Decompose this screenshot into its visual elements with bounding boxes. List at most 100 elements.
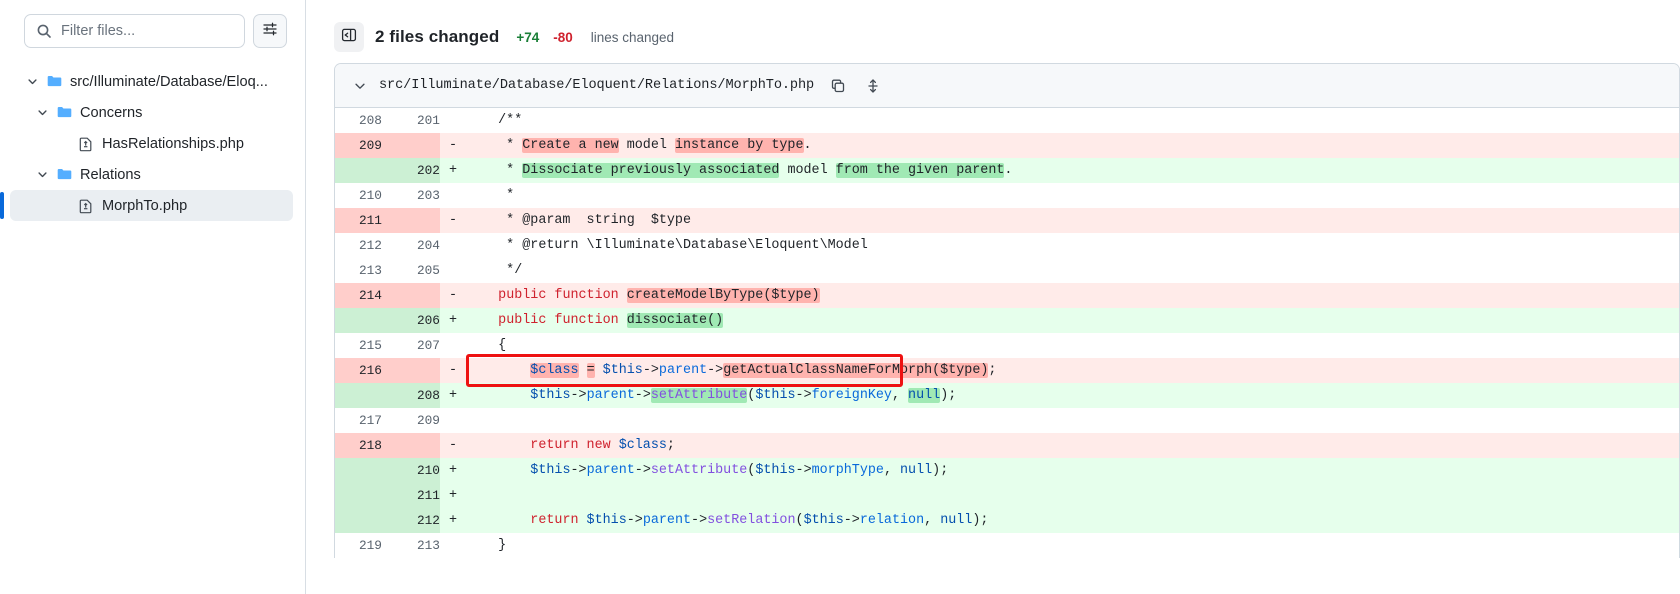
- chevron-down-icon[interactable]: [22, 75, 42, 88]
- code-token: *: [466, 138, 523, 153]
- code-token: return: [530, 513, 587, 528]
- file-icon: [74, 136, 98, 152]
- filter-files-input[interactable]: [61, 23, 234, 39]
- code-token: * @param string $type: [466, 213, 691, 228]
- tree-item-hasrelationships-php[interactable]: HasRelationships.php: [10, 128, 293, 159]
- code-token: ,: [924, 513, 941, 528]
- diff-row[interactable]: 215 207 {: [335, 333, 1679, 358]
- filter-settings-button[interactable]: [253, 14, 287, 48]
- code-token: $this: [530, 388, 571, 403]
- diff-row[interactable]: 208 + $this->parent->setAttribute($this->…: [335, 383, 1679, 408]
- chevron-down-icon[interactable]: [32, 106, 52, 119]
- tree-item-label: src/Illuminate/Database/Eloq...: [70, 73, 268, 90]
- diff-marker: [440, 233, 466, 258]
- diff-row[interactable]: 206 + public function dissociate(): [335, 308, 1679, 333]
- diff-row[interactable]: 217 209: [335, 408, 1679, 433]
- diff-code-cell: * Create a new model instance by type.: [466, 133, 1679, 158]
- diff-row[interactable]: 213 205 */: [335, 258, 1679, 283]
- tree-item-src-illuminate-database-eloq-[interactable]: src/Illuminate/Database/Eloq...: [10, 66, 293, 97]
- diff-row[interactable]: 211 +: [335, 483, 1679, 508]
- diff-row[interactable]: 210 + $this->parent->setAttribute($this->…: [335, 458, 1679, 483]
- diff-table: 208 201 /** 209- * Create a new model inst…: [335, 108, 1679, 558]
- diff-word-highlight: Dissociate previously associated: [522, 163, 780, 178]
- diff-row[interactable]: 209 - * Create a new model instance by ty…: [335, 133, 1679, 158]
- diff-row[interactable]: 214 - public function createModelByType($…: [335, 283, 1679, 308]
- diff-row[interactable]: 219 213 }: [335, 533, 1679, 558]
- expand-vertical-icon[interactable]: [862, 75, 884, 97]
- diff-code-cell: $class = $this->parent->getActualClassNa…: [466, 358, 1679, 383]
- diff-row[interactable]: 208 201 /**: [335, 108, 1679, 133]
- diff-marker: -: [440, 358, 466, 383]
- code-token: $this: [586, 513, 627, 528]
- diff-code-cell: $this->parent->setAttribute($this->morph…: [466, 458, 1679, 483]
- diff-marker: [440, 333, 466, 358]
- code-token: parent: [586, 388, 635, 403]
- code-token: ->: [570, 388, 587, 403]
- code-token: null: [900, 463, 933, 478]
- diff-new-line-number: 207: [382, 333, 440, 358]
- diff-row[interactable]: 211 - * @param string $type: [335, 208, 1679, 233]
- diff-marker: -: [440, 133, 466, 158]
- copy-icon[interactable]: [827, 75, 849, 97]
- lines-changed-label: lines changed: [590, 29, 675, 45]
- diff-new-line-number: 203: [382, 183, 440, 208]
- diff-old-line-number: 215: [335, 333, 382, 358]
- diff-row[interactable]: 210 203 *: [335, 183, 1679, 208]
- tree-item-relations[interactable]: Relations: [10, 159, 293, 190]
- diff-row[interactable]: 218 - return new $class;: [335, 433, 1679, 458]
- diff-marker: -: [440, 283, 466, 308]
- code-token: $this: [530, 463, 571, 478]
- code-token: model: [618, 138, 675, 153]
- diff-old-line-number: 214: [335, 283, 382, 308]
- diff-code-cell: */: [466, 258, 1679, 283]
- code-token: $this: [755, 388, 796, 403]
- diff-code-cell: *: [466, 183, 1679, 208]
- folder-icon: [52, 166, 76, 183]
- diff-word-highlight: =: [586, 363, 595, 378]
- file-tree-sidebar: src/Illuminate/Database/Eloq... Concerns H…: [0, 0, 306, 594]
- diff-row[interactable]: 216 - $class = $this->parent->getActualCl…: [335, 358, 1679, 383]
- code-token: ->: [570, 463, 587, 478]
- diff-new-line-number: 201: [382, 108, 440, 133]
- file-tree: src/Illuminate/Database/Eloq... Concerns H…: [0, 66, 305, 221]
- diff-old-line-number: 211: [335, 208, 382, 233]
- code-token: morphType: [811, 463, 884, 478]
- diff-marker: [440, 533, 466, 558]
- diff-old-line-number: 219: [335, 533, 382, 558]
- diff-row[interactable]: 212 204 * @return \Illuminate\Database\El…: [335, 233, 1679, 258]
- diff-old-line-number: [335, 483, 382, 508]
- diff-marker: +: [440, 458, 466, 483]
- tree-item-concerns[interactable]: Concerns: [10, 97, 293, 128]
- diff-header: 2 files changed +74 -80 lines changed: [306, 0, 1680, 56]
- diff-old-line-number: 217: [335, 408, 382, 433]
- diff-marker: +: [440, 483, 466, 508]
- code-token: ,: [891, 388, 909, 403]
- diff-old-line-number: [335, 458, 382, 483]
- code-token: ;: [988, 363, 997, 378]
- diff-marker: -: [440, 433, 466, 458]
- diff-code-cell: * @param string $type: [466, 208, 1679, 233]
- code-token: ->: [634, 463, 651, 478]
- chevron-down-icon[interactable]: [32, 168, 52, 181]
- filter-files-box[interactable]: [24, 14, 245, 48]
- sidebar-collapse-button[interactable]: [334, 22, 364, 52]
- diff-new-line-number: [382, 208, 440, 233]
- diff-marker: -: [440, 208, 466, 233]
- diff-row[interactable]: 212 + return $this->parent->setRelation($…: [335, 508, 1679, 533]
- diff-row[interactable]: 202 + * Dissociate previously associated …: [335, 158, 1679, 183]
- diff-code-cell: public function createModelByType($type): [466, 283, 1679, 308]
- file-icon: [74, 198, 98, 214]
- diff-marker: [440, 183, 466, 208]
- diff-old-line-number: [335, 383, 382, 408]
- tree-item-morphto-php[interactable]: MorphTo.php: [0, 190, 293, 221]
- diff-word-highlight: getActualClassNameForMorph($type): [723, 363, 989, 378]
- diff-old-line-number: 216: [335, 358, 382, 383]
- code-token: }: [466, 538, 507, 553]
- diff-code-cell: [466, 408, 1679, 433]
- chevron-down-icon[interactable]: [351, 79, 369, 93]
- code-token: relation: [859, 513, 925, 528]
- diff-word-highlight: createModelByType($type): [626, 288, 820, 303]
- code-token: ->: [795, 388, 812, 403]
